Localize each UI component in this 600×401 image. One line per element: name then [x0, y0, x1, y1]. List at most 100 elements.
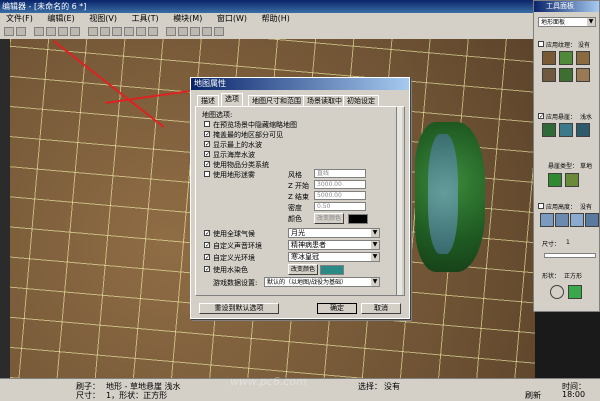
checkbox-label: 掩盖最的地区部分可见 [213, 131, 283, 139]
water-color-button[interactable]: 改变颜色 [288, 264, 318, 275]
menu-edit[interactable]: 编辑(E) [47, 14, 74, 23]
sound-env-select[interactable]: 精神病患者 ▼ [288, 240, 380, 250]
light-env-select[interactable]: 寒冰皇冠 ▼ [288, 252, 380, 262]
menu-tools[interactable]: 工具(T) [132, 14, 159, 23]
checkbox-label: 在预览场景中隐藏缩略地图 [213, 121, 297, 129]
texture-tile-sand[interactable] [576, 68, 590, 82]
chevron-down-icon: ▼ [371, 253, 379, 261]
texture-tile-rock[interactable] [542, 68, 556, 82]
checkbox-light-env[interactable]: ✓ [204, 254, 210, 261]
cliff-tile-water[interactable] [559, 123, 573, 137]
cliff-tile-deep[interactable] [576, 123, 590, 137]
unit-icon[interactable] [112, 27, 122, 36]
ai-icon[interactable] [190, 27, 200, 36]
dialog-scrollbar[interactable] [396, 107, 402, 295]
checkbox-sound-env[interactable]: ✓ [204, 242, 210, 249]
square-shape-icon[interactable] [568, 285, 582, 299]
fog-color-button[interactable]: 改变颜色 [314, 213, 344, 224]
watermark: www.pc6.com [230, 375, 307, 388]
size-label: 尺寸： [542, 241, 561, 248]
terrain-icon[interactable] [88, 27, 98, 36]
doodad-icon[interactable] [100, 27, 110, 36]
cliff-type-tile-dirt[interactable] [565, 173, 579, 187]
game-data-label: 游戏数据设置: [213, 279, 258, 287]
checkbox-masked-visible[interactable]: ✓ [204, 131, 210, 138]
checkbox-water-waves[interactable]: ✓ [204, 141, 210, 148]
texture-tile-rough[interactable] [576, 51, 590, 65]
weather-value: 月光 [291, 229, 305, 237]
chevron-down-icon: ▼ [371, 229, 379, 237]
select-icon[interactable] [34, 27, 44, 36]
tab-initial-settings[interactable]: 初始设定 [343, 95, 379, 106]
weather-select[interactable]: 月光 ▼ [288, 228, 380, 238]
checkbox-label: 使用物品分类系统 [213, 161, 269, 169]
circle-shape-icon[interactable] [550, 285, 564, 299]
apply-height-value: 没有 [580, 204, 593, 211]
camera-icon[interactable] [136, 27, 146, 36]
checkbox-terrain-fog[interactable] [204, 171, 210, 177]
checkbox-global-weather[interactable]: ✓ [204, 230, 210, 237]
region-icon[interactable] [124, 27, 134, 36]
cliff-type-value: 草地 [580, 163, 593, 170]
texture-tile-grass[interactable] [559, 51, 573, 65]
copy-icon[interactable] [58, 27, 68, 36]
tab-map-size[interactable]: 地图尺寸和范围 [248, 95, 305, 106]
menu-help[interactable]: 帮助(H) [262, 14, 290, 23]
size-slider[interactable] [544, 253, 596, 258]
texture-tile-dirt[interactable] [542, 51, 556, 65]
cliff-tile-raise[interactable] [542, 123, 556, 137]
cancel-button[interactable]: 取消 [361, 303, 401, 314]
light-env-value: 寒冰皇冠 [291, 253, 319, 261]
chevron-down-icon: ▼ [371, 241, 379, 249]
menu-file[interactable]: 文件(F) [6, 14, 33, 23]
checkbox-label: 显示最上的水波 [213, 141, 262, 149]
tab-description[interactable]: 描述 [197, 95, 219, 106]
tool-palette: 工具面板 地形面板 ▼ 应用纹理： 没有 ✓ 应用悬崖： 浅水 悬崖类型： 草地 … [533, 0, 600, 312]
status-size-value: 1，形状：正方形 [106, 391, 168, 400]
fog-end-label: Z 结束 [288, 193, 310, 201]
height-tile-lower[interactable] [555, 213, 569, 227]
texture-tile-lush[interactable] [559, 68, 573, 82]
height-tile-raise[interactable] [540, 213, 554, 227]
checkbox-apply-texture[interactable] [538, 41, 544, 47]
tab-loading-screen[interactable]: 场景读取中 [303, 95, 346, 106]
height-tile-plateau[interactable] [570, 213, 584, 227]
dialog-title: 地图属性 [191, 78, 409, 90]
object-icon[interactable] [178, 27, 188, 36]
test-map-icon[interactable] [214, 27, 224, 36]
cliff-type-tile-grass[interactable] [548, 173, 562, 187]
menu-window[interactable]: 窗口(W) [217, 14, 247, 23]
checkbox-water-tint[interactable]: ✓ [204, 266, 210, 273]
ok-button[interactable]: 确定 [317, 303, 357, 314]
menu-module[interactable]: 模块(M) [173, 14, 202, 23]
fog-start-input[interactable]: 3000.00 [314, 180, 366, 189]
checkbox-apply-cliff[interactable]: ✓ [538, 113, 544, 120]
palette-type-select[interactable]: 地形面板 ▼ [538, 17, 596, 27]
redo-icon[interactable] [16, 27, 26, 36]
checkbox-apply-height[interactable] [538, 203, 544, 209]
cut-icon[interactable] [46, 27, 56, 36]
height-tile-smooth[interactable] [585, 213, 599, 227]
status-time-value: 18:00 [562, 390, 586, 399]
chevron-down-icon: ▼ [371, 278, 379, 286]
chevron-down-icon: ▼ [587, 18, 595, 26]
undo-icon[interactable] [4, 27, 14, 36]
trigger-icon[interactable] [166, 27, 176, 36]
sound-icon[interactable] [148, 27, 158, 36]
fog-style-select[interactable]: 直线 [314, 169, 366, 178]
fog-density-input[interactable]: 0.50 [314, 202, 366, 211]
reset-defaults-button[interactable]: 重设到默认选项 [199, 303, 279, 314]
tab-options[interactable]: 选项 [221, 93, 243, 106]
status-size-label: 尺寸： [76, 391, 100, 400]
toolbar [0, 25, 535, 40]
menu-view[interactable]: 视图(V) [89, 14, 117, 23]
game-data-select[interactable]: 默认的（以地图/战役为基础） ▼ [264, 277, 380, 287]
apply-cliff-value: 浅水 [580, 114, 593, 121]
import-icon[interactable] [202, 27, 212, 36]
checkbox-hide-minimap[interactable] [204, 121, 210, 127]
checkbox-label: 使用全球气候 [213, 230, 255, 238]
paste-icon[interactable] [70, 27, 80, 36]
checkbox-item-classification[interactable]: ✓ [204, 161, 210, 168]
checkbox-shore-waves[interactable]: ✓ [204, 151, 210, 158]
fog-end-input[interactable]: 5000.00 [314, 191, 366, 200]
